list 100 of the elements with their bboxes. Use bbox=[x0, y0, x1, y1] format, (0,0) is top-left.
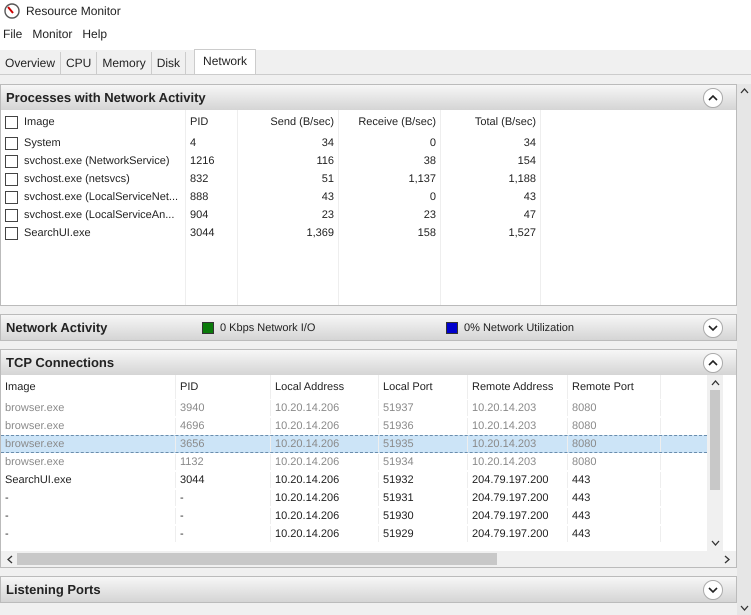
expand-icon[interactable] bbox=[703, 318, 723, 338]
column-header[interactable]: Image bbox=[1, 375, 176, 399]
menu-item[interactable]: Monitor bbox=[32, 27, 72, 41]
table-row[interactable]: - - 10.20.14.206 51929 204.79.197.200 443 bbox=[1, 525, 707, 543]
gauge-icon bbox=[4, 3, 20, 19]
table-cell: 204.79.197.200 bbox=[468, 472, 568, 488]
table-cell: 8080 bbox=[568, 436, 661, 452]
tab[interactable]: CPU bbox=[61, 52, 98, 74]
panel-title: Processes with Network Activity bbox=[6, 90, 206, 105]
table-cell: 158 bbox=[418, 227, 436, 239]
checkbox[interactable] bbox=[5, 154, 18, 168]
panel-header[interactable]: Processes with Network Activity bbox=[1, 85, 736, 110]
table-cell: 10.20.14.203 bbox=[468, 418, 568, 434]
checkbox[interactable] bbox=[5, 172, 18, 186]
table-cell: - bbox=[176, 508, 271, 524]
table-cell: 4 bbox=[190, 137, 196, 149]
scroll-right-icon[interactable] bbox=[724, 554, 730, 564]
table-cell: 1,527 bbox=[508, 227, 536, 239]
tab[interactable]: Network bbox=[194, 49, 256, 74]
scroll-down-icon[interactable] bbox=[710, 540, 720, 546]
table-cell: 43 bbox=[322, 191, 334, 203]
panel-header[interactable]: TCP Connections bbox=[1, 350, 736, 375]
window-title: Resource Monitor bbox=[26, 4, 121, 18]
table-cell: 832 bbox=[190, 173, 208, 185]
table-row[interactable]: - - 10.20.14.206 51930 204.79.197.200 443 bbox=[1, 507, 707, 525]
table-cell: 443 bbox=[568, 472, 661, 488]
table-cell: 1216 bbox=[190, 155, 214, 167]
column-header[interactable]: Local Address bbox=[271, 375, 379, 399]
table-cell: 51929 bbox=[379, 526, 468, 542]
tab[interactable]: Overview bbox=[0, 52, 62, 74]
table-cell: 43 bbox=[524, 191, 536, 203]
table-cell: 10.20.14.206 bbox=[271, 436, 379, 452]
checkbox[interactable] bbox=[5, 208, 18, 222]
scrollbar[interactable] bbox=[707, 375, 723, 551]
scroll-left-icon[interactable] bbox=[7, 554, 13, 564]
table-cell: 116 bbox=[316, 155, 334, 167]
table-cell: svchost.exe (NetworkService) bbox=[24, 155, 170, 167]
column-header[interactable]: Send (B/sec) bbox=[270, 116, 334, 128]
panel-header[interactable]: Network Activity 0 Kbps Network I/O 0% Network Utilization bbox=[1, 315, 736, 340]
table-cell: 904 bbox=[190, 209, 208, 221]
table-cell: svchost.exe (LocalServiceNet... bbox=[24, 191, 178, 203]
checkbox[interactable] bbox=[5, 136, 18, 150]
table-cell: 0 bbox=[430, 137, 436, 149]
menu-item[interactable]: File bbox=[3, 27, 22, 41]
table-cell: 51 bbox=[322, 173, 334, 185]
table-cell: 204.79.197.200 bbox=[468, 508, 568, 524]
table-cell: 10.20.14.206 bbox=[271, 454, 379, 470]
table-cell: 51934 bbox=[379, 454, 468, 470]
scroll-down-icon[interactable] bbox=[740, 605, 748, 611]
table-cell: 10.20.14.203 bbox=[468, 400, 568, 416]
menu-item[interactable]: Help bbox=[82, 27, 108, 41]
table-cell: 443 bbox=[568, 526, 661, 542]
table-cell: browser.exe bbox=[1, 436, 176, 452]
checkbox[interactable] bbox=[5, 226, 18, 240]
table-cell: 1,188 bbox=[508, 173, 536, 185]
column-header[interactable]: Total (B/sec) bbox=[474, 116, 536, 128]
table-cell: - bbox=[176, 490, 271, 506]
column-header[interactable]: Local Port bbox=[379, 375, 468, 399]
column-header[interactable]: Remote Address bbox=[468, 375, 568, 399]
checkbox[interactable] bbox=[5, 116, 18, 128]
expand-icon[interactable] bbox=[703, 580, 723, 600]
table-cell: 4696 bbox=[176, 418, 271, 434]
scrollbar[interactable] bbox=[1, 551, 736, 567]
tab[interactable]: Memory bbox=[97, 52, 152, 74]
table-cell: 1,137 bbox=[408, 173, 436, 185]
column-header[interactable]: Receive (B/sec) bbox=[358, 116, 436, 128]
table-row[interactable]: - - 10.20.14.206 51931 204.79.197.200 443 bbox=[1, 489, 707, 507]
table-cell: - bbox=[1, 490, 176, 506]
table-cell: 3044 bbox=[176, 472, 271, 488]
column-header[interactable]: PID bbox=[190, 116, 208, 128]
collapse-icon[interactable] bbox=[703, 88, 723, 108]
panel-title: TCP Connections bbox=[6, 355, 114, 370]
table-cell: 34 bbox=[524, 137, 536, 149]
table-cell: 47 bbox=[524, 209, 536, 221]
scroll-up-icon[interactable] bbox=[710, 380, 720, 386]
legend-label: 0% Network Utilization bbox=[464, 322, 574, 334]
table-cell: 51931 bbox=[379, 490, 468, 506]
table-row[interactable]: SearchUI.exe 3044 10.20.14.206 51932 204.79.197.200 443 bbox=[1, 471, 707, 489]
table-cell: 8080 bbox=[568, 400, 661, 416]
table-cell: 888 bbox=[190, 191, 208, 203]
column-header[interactable]: Image bbox=[24, 116, 55, 128]
collapse-icon[interactable] bbox=[703, 352, 723, 372]
table-cell: browser.exe bbox=[1, 418, 176, 434]
column-header[interactable]: Remote Port bbox=[568, 375, 661, 399]
table-cell: - bbox=[1, 526, 176, 542]
table-cell: 3656 bbox=[176, 436, 271, 452]
checkbox[interactable] bbox=[5, 190, 18, 204]
column-header[interactable]: PID bbox=[176, 375, 271, 399]
table-cell: 23 bbox=[424, 209, 436, 221]
tab[interactable]: Disk bbox=[152, 52, 186, 74]
table-cell: System bbox=[24, 137, 61, 149]
table-cell: 10.20.14.206 bbox=[271, 508, 379, 524]
table-cell: SearchUI.exe bbox=[1, 472, 176, 488]
table-cell: - bbox=[1, 508, 176, 524]
scrollbar[interactable] bbox=[737, 84, 751, 615]
table-cell: 51930 bbox=[379, 508, 468, 524]
scroll-up-icon[interactable] bbox=[740, 88, 748, 94]
table-cell: 38 bbox=[424, 155, 436, 167]
panel-header[interactable]: Listening Ports bbox=[1, 577, 736, 602]
table-cell: 10.20.14.206 bbox=[271, 472, 379, 488]
